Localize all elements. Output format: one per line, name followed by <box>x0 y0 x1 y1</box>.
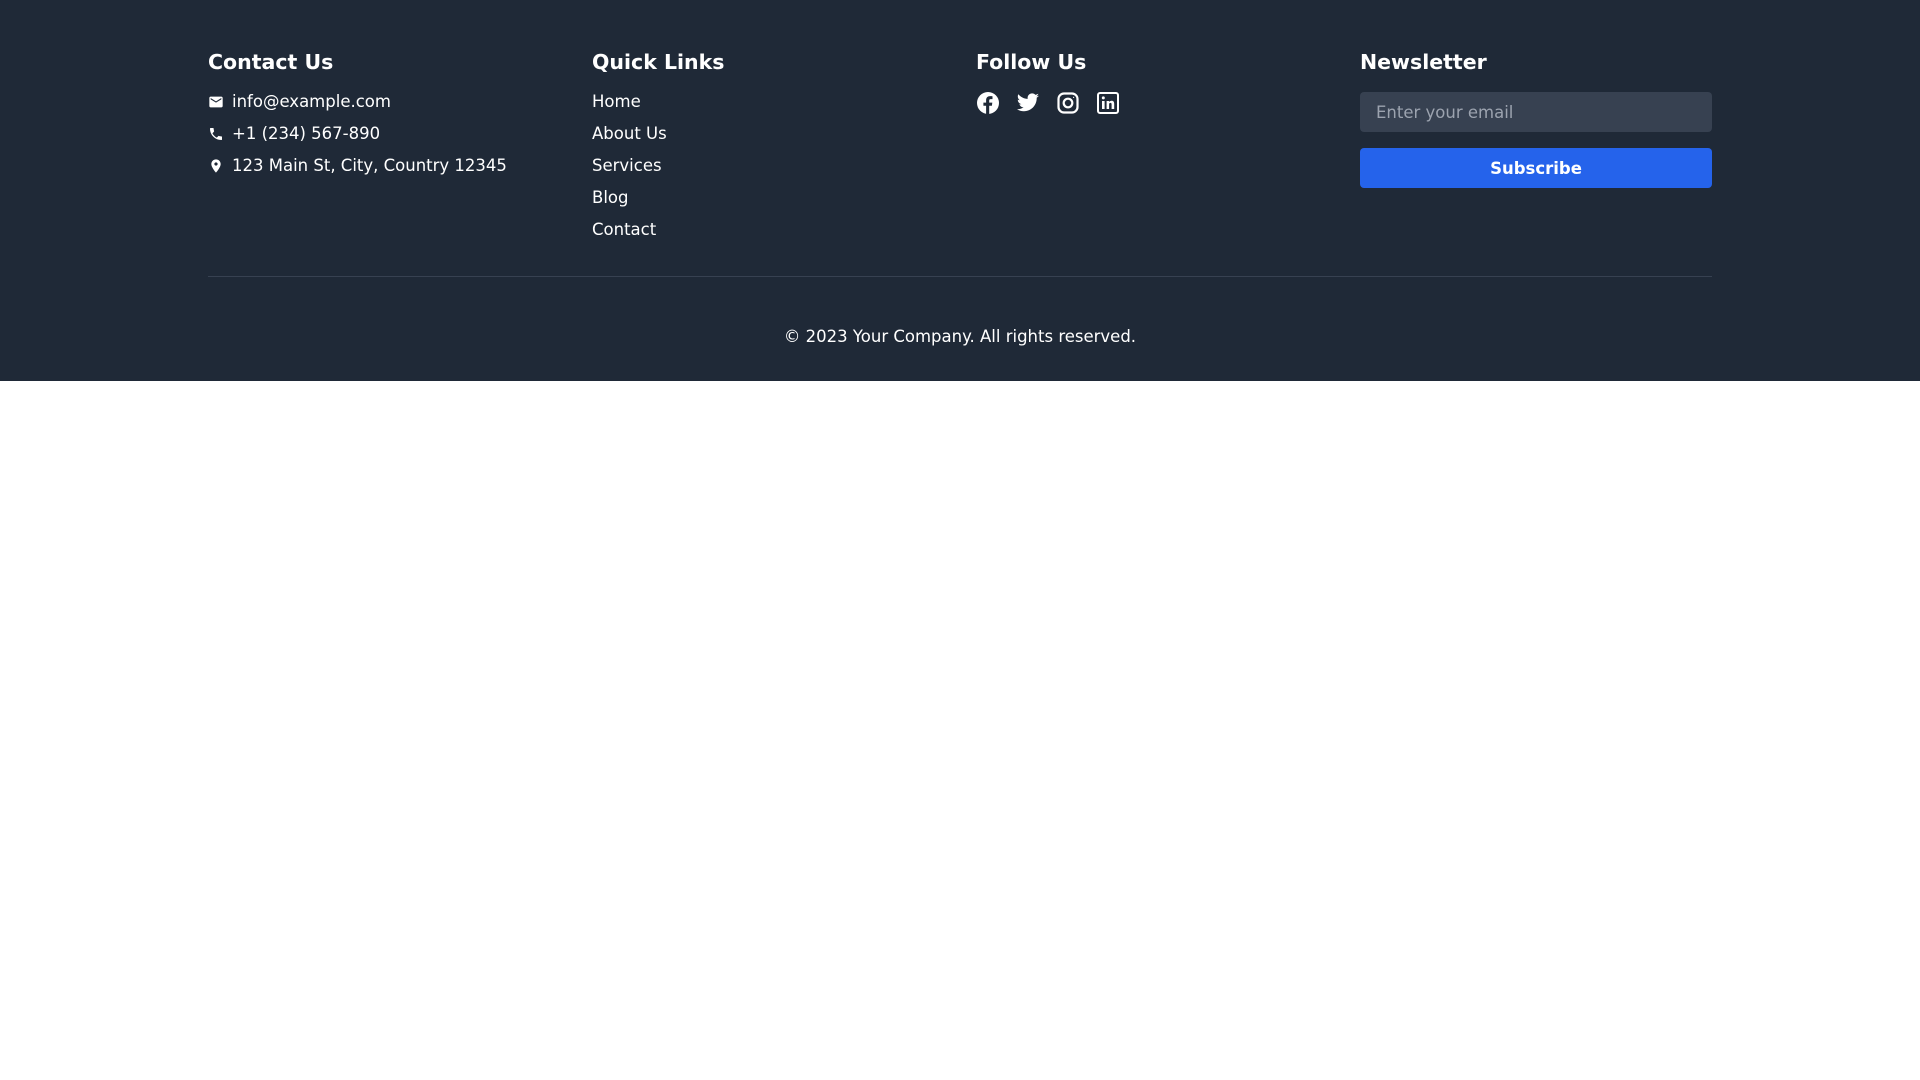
contact-heading: Contact Us <box>208 50 334 74</box>
subscribe-button[interactable]: Subscribe <box>1360 148 1712 188</box>
twitter-icon[interactable] <box>1016 91 1040 115</box>
link-about-us[interactable]: About Us <box>592 123 667 145</box>
facebook-icon[interactable] <box>976 91 1000 115</box>
follow-us-heading: Follow Us <box>976 50 1087 74</box>
mail-icon <box>208 91 224 113</box>
follow-us-section: Follow Us <box>976 48 1328 114</box>
contact-address-item: 123 Main St, City, Country 12345 <box>208 155 507 187</box>
quick-link-item: Services <box>592 155 667 187</box>
linkedin-icon[interactable] <box>1096 91 1120 115</box>
link-contact[interactable]: Contact <box>592 219 656 241</box>
contact-address-text: 123 Main St, City, Country 12345 <box>232 156 507 175</box>
contact-list: info@example.com +1 (234) 567-890 123 Ma… <box>208 91 507 187</box>
link-home[interactable]: Home <box>592 91 641 113</box>
quick-link-item: Home <box>592 91 667 123</box>
contact-email-text: info@example.com <box>232 92 391 111</box>
copyright-text: © 2023 Your Company. All rights reserved… <box>783 326 1137 346</box>
quick-links-list: Home About Us Services Blog Contact <box>592 91 667 251</box>
newsletter-heading: Newsletter <box>1360 50 1487 74</box>
newsletter-section: Newsletter Subscribe <box>1360 48 1712 188</box>
quick-link-item: About Us <box>592 123 667 155</box>
social-icons <box>976 91 1120 115</box>
location-pin-icon <box>208 155 224 177</box>
quick-link-item: Contact <box>592 219 667 251</box>
footer-container: Contact Us info@example.com +1 (234) 567… <box>208 0 1712 381</box>
quick-links-heading: Quick Links <box>592 50 725 74</box>
newsletter-email-input[interactable] <box>1360 92 1712 132</box>
contact-section: Contact Us info@example.com +1 (234) 567… <box>208 48 560 175</box>
contact-email-item: info@example.com <box>208 91 507 123</box>
footer-divider <box>208 276 1712 277</box>
quick-links-section: Quick Links Home About Us Services Blog … <box>592 48 944 239</box>
contact-phone-text: +1 (234) 567-890 <box>232 124 381 143</box>
footer-columns: Contact Us info@example.com +1 (234) 567… <box>208 0 1712 276</box>
link-blog[interactable]: Blog <box>592 187 628 209</box>
contact-phone-item: +1 (234) 567-890 <box>208 123 507 155</box>
link-services[interactable]: Services <box>592 155 662 177</box>
site-footer: Contact Us info@example.com +1 (234) 567… <box>0 0 1920 381</box>
quick-link-item: Blog <box>592 187 667 219</box>
instagram-icon[interactable] <box>1056 91 1080 115</box>
phone-icon <box>208 123 224 145</box>
